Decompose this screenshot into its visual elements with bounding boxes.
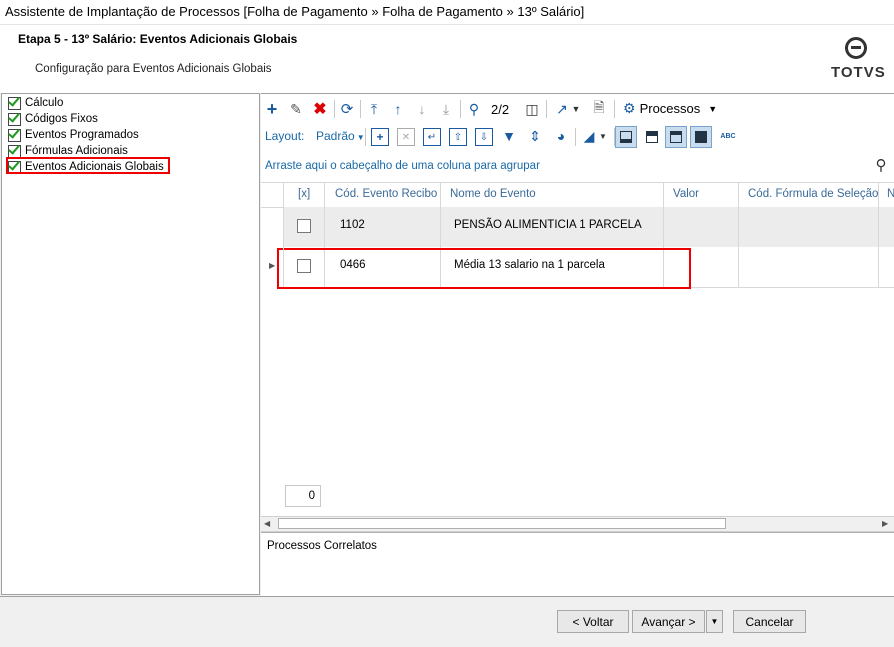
selection-highlight (6, 157, 170, 174)
columns-icon[interactable]: ◫ (523, 100, 541, 118)
next-dropdown-button[interactable]: ▼ (706, 610, 723, 633)
processos-correlatos-label: Processos Correlatos (267, 540, 377, 552)
delete-icon[interactable]: ✖ (311, 100, 329, 118)
export-icon[interactable]: ↗ (553, 100, 571, 118)
checked-icon (8, 112, 21, 126)
checked-icon (8, 96, 21, 110)
sidebar-item-label: Fórmulas Adicionais (25, 145, 128, 157)
cancel-button[interactable]: Cancelar (733, 610, 806, 633)
cell-nome-evento: PENSÃO ALIMENTICIA 1 PARCELA (454, 219, 642, 231)
totvs-logo-icon (845, 37, 867, 59)
toolbar-separator (334, 100, 335, 118)
sidebar-item-eventos-programados[interactable]: Eventos Programados (8, 127, 139, 143)
steps-sidebar: Cálculo Códigos Fixos Eventos Programado… (1, 93, 260, 595)
toolbar-separator (575, 128, 576, 146)
view-bottom-icon[interactable] (615, 126, 637, 148)
sidebar-item-label: Cálculo (25, 97, 64, 109)
column-header-cod-formula[interactable]: Cód. Fórmula de Seleção (748, 188, 878, 200)
search-icon[interactable]: ⚲ (873, 156, 889, 174)
footer-count-value: 0 (308, 490, 315, 502)
column-header-select[interactable]: [x] (298, 188, 310, 200)
processos-button[interactable]: ⚙ Processos ▼ (623, 100, 717, 117)
back-button[interactable]: < Voltar (557, 610, 629, 633)
current-row-indicator-icon: ▶ (269, 261, 276, 270)
previous-record-icon[interactable]: ↑ (389, 100, 407, 118)
step-title: Etapa 5 - 13º Salário: Eventos Adicionai… (18, 32, 298, 46)
table-row[interactable]: 1102 PENSÃO ALIMENTICIA 1 PARCELA (284, 207, 894, 247)
scroll-right-icon[interactable]: ▶ (882, 519, 888, 528)
chevron-down-icon: ▼ (356, 133, 365, 142)
chart-icon[interactable]: ◢ (581, 128, 597, 144)
scroll-left-icon[interactable]: ◀ (264, 519, 270, 528)
next-button[interactable]: Avançar > (632, 610, 705, 633)
download-layout-icon[interactable]: ⇩ (475, 128, 493, 146)
column-header-n[interactable]: N (887, 188, 894, 200)
view-full-icon[interactable] (690, 126, 712, 148)
toolbar-separator (460, 100, 461, 118)
processos-correlatos-panel: Processos Correlatos (261, 532, 894, 597)
toolbar-separator (614, 100, 615, 118)
step-subtitle: Configuração para Eventos Adicionais Glo… (35, 63, 272, 75)
chevron-down-icon: ▼ (710, 617, 719, 626)
sidebar-item-label: Eventos Programados (25, 129, 139, 141)
view-top-icon[interactable] (665, 126, 687, 148)
next-record-icon[interactable]: ↓ (413, 100, 431, 118)
totvs-logo-text: TOTVS (831, 64, 886, 81)
sidebar-item-codigos-fixos[interactable]: Códigos Fixos (8, 111, 98, 127)
row-checkbox[interactable] (297, 219, 311, 233)
window-title: Assistente de Implantação de Processos [… (5, 4, 585, 19)
document-icon[interactable]: 🗎 (590, 99, 608, 118)
record-counter: 2/2 (491, 102, 510, 117)
toolbar-separator (546, 100, 547, 118)
abc-icon[interactable]: ABC (717, 128, 739, 144)
view-split-icon[interactable] (641, 126, 663, 148)
grid-header: [x] Cód. Evento Recibo Nome do Evento Va… (261, 182, 894, 208)
paint-icon[interactable]: ▼ (501, 128, 517, 144)
edit-icon[interactable]: ✎ (287, 100, 305, 118)
upload-layout-icon[interactable]: ⇧ (449, 128, 467, 146)
refresh-icon[interactable]: ⟳ (338, 100, 356, 118)
processos-label: Processos (639, 101, 701, 116)
group-by-hint: Arraste aqui o cabeçalho de uma coluna p… (265, 160, 540, 172)
last-record-icon[interactable]: ⤓ (437, 100, 455, 118)
column-header-cod-evento[interactable]: Cód. Evento Recibo (335, 188, 437, 200)
sidebar-item-calculo[interactable]: Cálculo (8, 95, 63, 111)
toolbar-separator (360, 100, 361, 118)
column-header-valor[interactable]: Valor (673, 188, 699, 200)
footer-count: 0 (285, 485, 321, 507)
gear-icon: ⚙ (623, 100, 636, 116)
checked-icon (8, 144, 21, 158)
window-titlebar: Assistente de Implantação de Processos [… (0, 0, 894, 24)
column-header-nome-evento[interactable]: Nome do Evento (450, 188, 536, 200)
scrollbar-thumb[interactable] (278, 518, 726, 529)
chevron-down-icon: ▼ (708, 103, 718, 114)
layout-value: Padrão (316, 129, 355, 143)
return-layout-icon[interactable]: ↵ (423, 128, 441, 146)
checked-icon (8, 128, 21, 142)
wizard-header: Etapa 5 - 13º Salário: Eventos Adicionai… (0, 24, 894, 93)
add-layout-icon[interactable]: + (371, 128, 389, 146)
chevron-down-icon[interactable]: ▼ (571, 100, 581, 118)
sidebar-item-label: Códigos Fixos (25, 113, 98, 125)
sort-icon[interactable]: ⇕ (527, 128, 543, 144)
remove-layout-icon[interactable]: ✕ (397, 128, 415, 146)
horizontal-scrollbar[interactable]: ◀ ▶ (261, 516, 894, 532)
search-icon[interactable]: ⚲ (465, 100, 483, 118)
row-highlight (277, 248, 691, 289)
cell-cod-evento: 1102 (340, 219, 365, 231)
first-record-icon[interactable]: ⤒ (365, 100, 383, 118)
layout-label: Layout: (265, 129, 305, 143)
main-panel: + ✎ ✖ ⟳ ⤒ ↑ ↓ ⤓ ⚲ 2/2 ◫ ↗ ▼ 🗎 ⚙ Processo… (261, 93, 894, 596)
add-icon[interactable]: + (263, 99, 281, 119)
chevron-down-icon[interactable]: ▼ (598, 128, 608, 144)
layout-selector[interactable]: Padrão ▼ (316, 129, 365, 143)
toolbar-separator (365, 128, 366, 146)
color-icon[interactable]: ◕ (553, 128, 569, 144)
